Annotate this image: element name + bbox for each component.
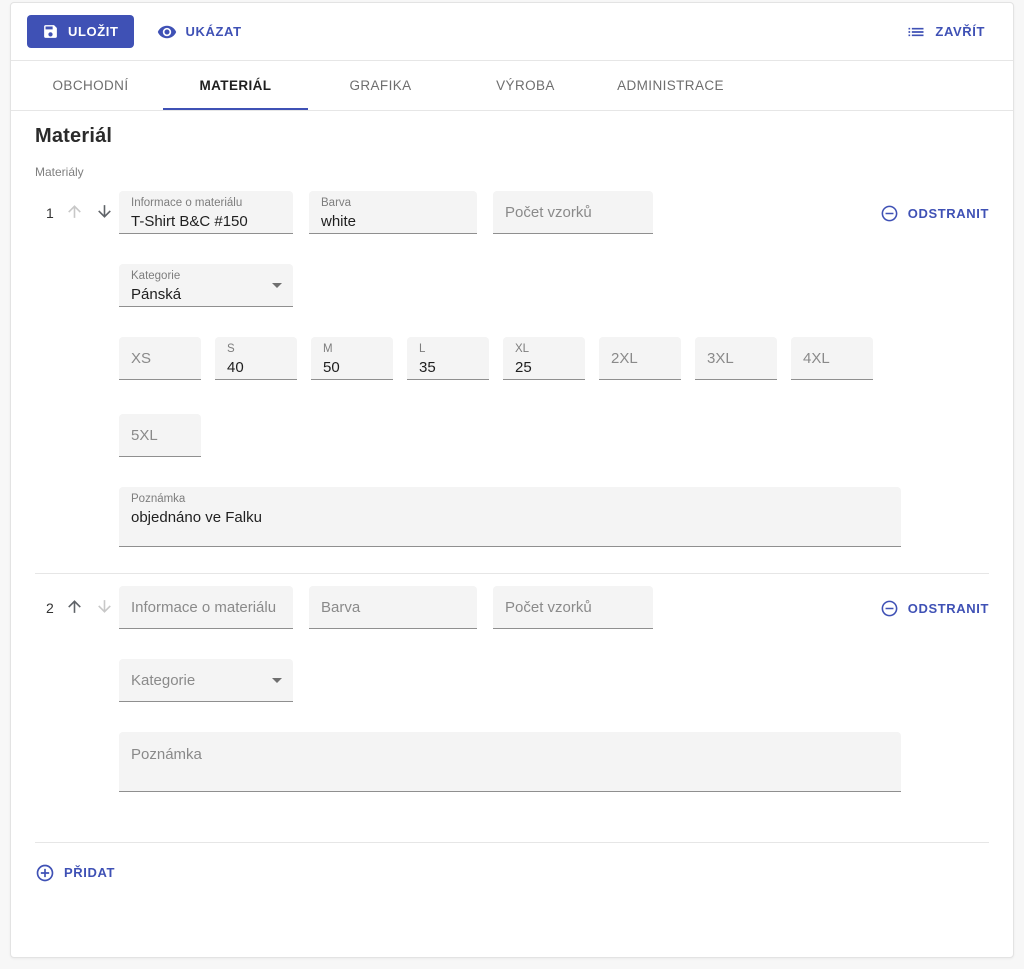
page: ULOŽIT UKÁZAT ZAVŘÍT OBCHODNÍ MATERIÁL G…	[0, 0, 1024, 969]
note-label: Poznámka	[131, 492, 889, 507]
category-value[interactable]	[131, 672, 281, 689]
move-up-button[interactable]	[65, 202, 84, 224]
list-icon	[906, 22, 926, 42]
move-up-button[interactable]	[65, 597, 84, 619]
note-input[interactable]	[131, 507, 889, 526]
dropdown-arrow-icon	[272, 678, 282, 683]
size-3xl-input[interactable]	[707, 350, 765, 367]
arrow-up-icon	[65, 202, 84, 224]
tab-content-material: Materiál Materiály 1	[11, 111, 1013, 929]
move-down-button[interactable]	[95, 597, 114, 619]
add-material-button[interactable]: PŘIDAT	[35, 856, 127, 889]
category-label: Kategorie	[131, 269, 281, 284]
close-button[interactable]: ZAVŘÍT	[894, 15, 997, 48]
note-field[interactable]	[119, 732, 901, 792]
show-button-label: UKÁZAT	[186, 24, 242, 39]
size-field-5xl[interactable]	[119, 414, 201, 457]
tab-vyroba[interactable]: VÝROBA	[453, 61, 598, 110]
size-4xl-input[interactable]	[803, 350, 861, 367]
color-field[interactable]	[309, 586, 477, 629]
size-field-m[interactable]: M	[311, 337, 393, 380]
color-field[interactable]: Barva	[309, 191, 477, 234]
remove-button-label: ODSTRANIT	[908, 601, 989, 616]
save-button-label: ULOŽIT	[68, 24, 119, 39]
size-2xl-input[interactable]	[611, 350, 669, 367]
size-l-label: L	[419, 342, 477, 357]
category-value[interactable]	[131, 284, 281, 303]
size-l-input[interactable]	[419, 357, 477, 376]
color-input[interactable]	[321, 211, 465, 230]
material-item-1: 1 Informace o mat	[35, 179, 989, 573]
tab-material[interactable]: MATERIÁL	[163, 61, 308, 110]
minus-circle-icon	[880, 204, 899, 223]
category-select[interactable]	[119, 659, 293, 702]
size-field-s[interactable]: S	[215, 337, 297, 380]
material-item-number: 1	[46, 205, 54, 221]
close-button-label: ZAVŘÍT	[935, 24, 985, 39]
size-field-3xl[interactable]	[695, 337, 777, 380]
size-m-input[interactable]	[323, 357, 381, 376]
material-info-field[interactable]	[119, 586, 293, 629]
material-item-1-controls: 1	[35, 191, 119, 234]
size-s-label: S	[227, 342, 285, 357]
arrow-down-icon	[95, 597, 114, 619]
material-item-2-fields: ODSTRANIT	[119, 586, 989, 792]
size-xl-input[interactable]	[515, 357, 573, 376]
size-field-2xl[interactable]	[599, 337, 681, 380]
dropdown-arrow-icon	[272, 283, 282, 288]
remove-material-button[interactable]: ODSTRANIT	[868, 592, 989, 625]
samples-input[interactable]	[505, 599, 641, 616]
size-field-xl[interactable]: XL	[503, 337, 585, 380]
samples-field[interactable]	[493, 191, 653, 234]
form-card: ULOŽIT UKÁZAT ZAVŘÍT OBCHODNÍ MATERIÁL G…	[10, 2, 1014, 958]
add-button-label: PŘIDAT	[64, 865, 115, 880]
size-xs-input[interactable]	[131, 350, 189, 367]
remove-material-button[interactable]: ODSTRANIT	[868, 197, 989, 230]
tab-bar: OBCHODNÍ MATERIÁL GRAFIKA VÝROBA ADMINIS…	[11, 61, 1013, 111]
size-field-4xl[interactable]	[791, 337, 873, 380]
eye-icon	[157, 22, 177, 42]
show-button[interactable]: UKÁZAT	[145, 15, 254, 48]
tab-administrace[interactable]: ADMINISTRACE	[598, 61, 743, 110]
size-s-input[interactable]	[227, 357, 285, 376]
plus-circle-icon	[35, 863, 55, 883]
tab-obchodni[interactable]: OBCHODNÍ	[18, 61, 163, 110]
remove-button-label: ODSTRANIT	[908, 206, 989, 221]
material-info-input[interactable]	[131, 211, 281, 230]
material-info-input[interactable]	[131, 599, 281, 616]
page-title: Materiál	[35, 125, 989, 148]
samples-field[interactable]	[493, 586, 653, 629]
color-label: Barva	[321, 196, 465, 211]
note-input[interactable]	[131, 746, 889, 763]
save-button[interactable]: ULOŽIT	[27, 15, 134, 48]
material-item-2: 2	[35, 573, 989, 818]
color-input[interactable]	[321, 599, 465, 616]
save-icon	[42, 23, 59, 40]
material-info-label: Informace o materiálu	[131, 196, 281, 211]
size-field-l[interactable]: L	[407, 337, 489, 380]
size-5xl-input[interactable]	[131, 427, 189, 444]
material-item-2-controls: 2	[35, 586, 119, 629]
minus-circle-icon	[880, 599, 899, 618]
tab-grafika[interactable]: GRAFIKA	[308, 61, 453, 110]
material-info-field[interactable]: Informace o materiálu	[119, 191, 293, 234]
material-item-number: 2	[46, 600, 54, 616]
move-down-button[interactable]	[95, 202, 114, 224]
add-section: PŘIDAT	[35, 842, 989, 929]
note-field[interactable]: Poznámka	[119, 487, 901, 547]
category-select[interactable]: Kategorie	[119, 264, 293, 307]
toolbar: ULOŽIT UKÁZAT ZAVŘÍT	[11, 3, 1013, 61]
size-m-label: M	[323, 342, 381, 357]
arrow-down-icon	[95, 202, 114, 224]
samples-input[interactable]	[505, 204, 641, 221]
arrow-up-icon	[65, 597, 84, 619]
size-field-xs[interactable]	[119, 337, 201, 380]
materials-list-label: Materiály	[35, 165, 989, 179]
material-item-1-fields: Informace o materiálu Barva	[119, 191, 989, 547]
sizes-row: S M L XL	[119, 337, 901, 457]
size-xl-label: XL	[515, 342, 573, 357]
